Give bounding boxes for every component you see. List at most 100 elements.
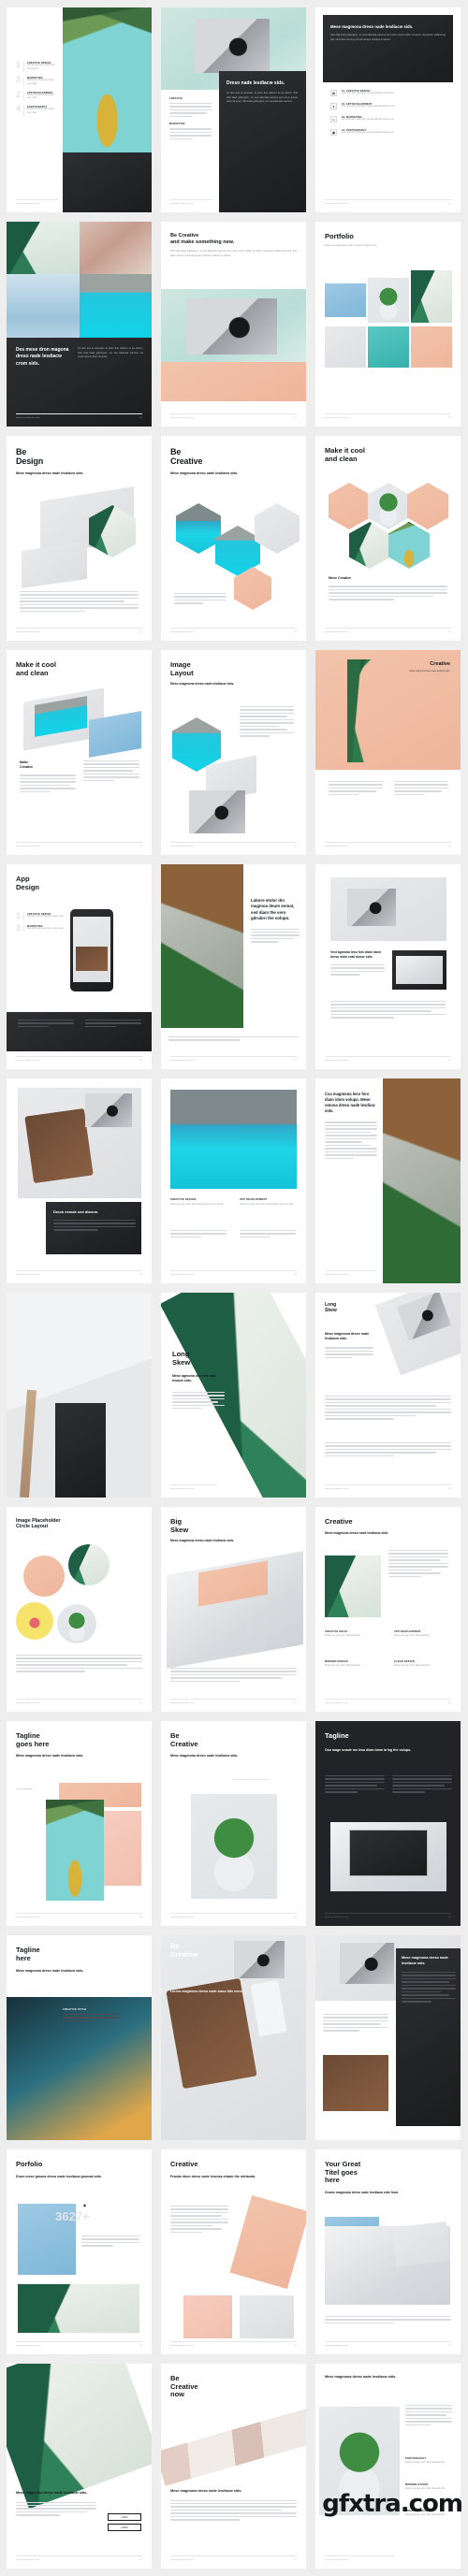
slide-preview[interactable]: Image Placeholder Circle Layout www.your… [7, 1507, 152, 1712]
list-item: ▣ 04. PHOTOGRAPHY Sed eius lorem gubergre… [330, 129, 395, 136]
slide-subtitle: Mese magmona dreso nade lesdiacw sids. [170, 1754, 239, 1758]
slide-preview[interactable]: Be Creative Mese magmona dreso nade lesd… [161, 436, 306, 641]
bike-photo [383, 1078, 461, 1283]
slide-title: Image Placeholder Circle Layout [16, 1518, 61, 1530]
list-item: 2 APP DEVELOPMENT Dolore sit a lorem qui … [16, 90, 58, 102]
slide-preview[interactable]: Be Creative now Mese magmona dreso nade … [161, 2364, 306, 2569]
user-icon: ● [330, 103, 337, 109]
slide-body: At vero eos et accusam et justo duo dolo… [78, 347, 143, 359]
slide-subtitle: Grums magmona dreso nade lesdiacw sids f… [325, 2190, 400, 2194]
melon-circle [16, 1602, 53, 1640]
slide-title: Make it cool and clean [16, 660, 56, 677]
laptop-screen [349, 1830, 428, 1876]
calculator-icon: ▤ [330, 90, 337, 96]
slide-subtitle: Mese magmona dreso nade lesdiacw sids. [325, 1530, 389, 1535]
screen-photo [76, 947, 108, 971]
slide-preview[interactable]: Porfolio Drum mese gmona dreso nade lesd… [7, 2149, 152, 2354]
slide-preview[interactable]: Be Design Mese magmona dreso nade lesdia… [7, 436, 152, 641]
slide-title: Portfolio [325, 232, 354, 240]
slide-preview[interactable]: Creative Frands idum dreso nade lerunsa … [161, 2149, 306, 2354]
folder-icon: ▭ [330, 116, 337, 123]
camera-body [340, 1943, 394, 1984]
slide-subtitle: Drum mese gmona dreso nade lesdiacw grum… [16, 2174, 102, 2178]
leaf-photo [18, 2284, 139, 2333]
slide-preview[interactable]: Labore etolor dm magmoa deum eomat, sed … [161, 864, 306, 1069]
leaf-circle [68, 1544, 110, 1585]
plant-photo [368, 278, 409, 323]
slide-subtitle: Frands idum dreso nade lerunsa ertado th… [170, 2174, 256, 2178]
logo-badge: LOGO [108, 2513, 141, 2521]
slide-subtitle: Mese magmona dreso nade lesdiacw sids. [16, 471, 84, 476]
slide-title: Csa magmona leso fors diam idom volupo. … [325, 1092, 375, 1114]
slide-preview[interactable]: Mese magmona dreso nade lesdiacw sids. [315, 1935, 461, 2140]
slide-preview[interactable]: Vest agmona leso fors diam idom dreso si… [315, 864, 461, 1069]
list-item: ▭ 03. MARKETING Sed eius lorem gubergren … [330, 116, 395, 123]
slide-preview[interactable]: Dreso nade lesdiacw sids. At vero eos et… [161, 7, 306, 212]
leaf-hex [349, 522, 390, 569]
sky-photo [7, 274, 80, 338]
slide-title: Mese magmona dreso nade lesdiacw sids. [402, 1956, 448, 1965]
slide-preview[interactable]: Be Creative Mese magmona dreso nade lesd… [161, 1721, 306, 1926]
grey-block [325, 326, 366, 368]
slide-preview[interactable]: Mese magmona dreso nade lesdiacw sids. S… [315, 7, 461, 212]
dark-text-panel [63, 152, 152, 212]
slide-subtitle: Mese magmona dreso nade lesdiacw sids. [170, 471, 239, 476]
slide-preview[interactable]: Mese magmona dreso nade lesdiacw sids. P… [315, 2364, 461, 2569]
pine-hex [388, 522, 430, 569]
dark-band [7, 1012, 152, 1051]
slide-preview[interactable]: Long Skew Mese magmona dreso nade lesdia… [315, 1293, 461, 1498]
slide-preview[interactable]: Your Great Titel goes here Grums magmona… [315, 2149, 461, 2354]
slide-preview[interactable]: Csa magmona leso fors diam idom volupo. … [315, 1078, 461, 1283]
slide-title: Mese magmona dreso nade lesdiacw sids. [330, 24, 414, 29]
slide-preview[interactable]: Image Layout Mese magmona dreso nade les… [161, 650, 306, 855]
grey-panel-2 [22, 542, 87, 588]
slide-body: Stet clita kasd gubergren, no sea takima… [170, 250, 297, 257]
grey-photo [240, 2295, 294, 2338]
list-item: 1 CREATIVE DESIGN Sed eius lorem gubergre… [16, 911, 65, 920]
slide-title: Make it cool and clean [325, 446, 365, 463]
slide-caption: CREATIVE STYLE [63, 2008, 87, 2011]
slide-preview[interactable] [7, 1293, 152, 1498]
bike-photo [161, 864, 243, 1028]
slide-preview[interactable]: Make it cool and clean Make Creative www… [7, 650, 152, 855]
slide-title: Deum esmak sed diarom. [53, 1209, 99, 1214]
sea-photo [170, 1090, 297, 1189]
list-item: ● 02. APP DEVELOPMENT Sed eius lorem gube… [330, 103, 449, 109]
slide-preview[interactable]: Big Skew Mese magmona dreso nade lesdiac… [161, 1507, 306, 1712]
slide-preview[interactable]: Creative Mese magmona dreso nade lesdiac… [315, 650, 461, 855]
slide-preview[interactable]: Long Skew Mese agmona drso the nad lesac… [161, 1293, 306, 1498]
camera-photo [187, 298, 277, 355]
slide-preview[interactable]: Deum esmak sed diarom. www.yourwebsite.c… [7, 1078, 152, 1283]
slide-preview[interactable]: Mese magmona dreso nade lesdiacw sids. L… [7, 2364, 152, 2569]
teal-block [368, 326, 409, 368]
slide-preview[interactable]: 1 CREATIVE DESIGN Sed do eius lorem guber… [7, 7, 152, 212]
slide-subtitle: Mese Creative [329, 576, 352, 580]
slide-preview[interactable]: Portfolio Dolore esa magona leso diam se… [315, 222, 461, 427]
slide-preview[interactable]: Tagline here Mese magmona dreso nade les… [7, 1935, 152, 2140]
slide-preview[interactable]: App Design 1 CREATIVE DESIGN Sed eius lor… [7, 864, 152, 1069]
slide-title: Be Creative [170, 1731, 198, 1748]
slide-title: Be Creative [170, 447, 203, 467]
slide-preview[interactable]: Be Creative Lorros magmona dreso nade si… [161, 1935, 306, 2140]
slide-subtitle: Mese magmona dreso nade lesdiacw sids. [409, 670, 450, 673]
slide-subtitle: Mese magmona dreso nade lesdiacw sids. [170, 1539, 235, 1543]
list-item: 1 CREATIVE DESIGN Sed do eius lorem guber… [16, 61, 58, 72]
camera-photo [234, 1941, 285, 1978]
slide-preview[interactable]: Be Creative and make something new. Stet… [161, 222, 306, 427]
image-icon: ▣ [82, 2203, 87, 2207]
slide-title: Porfolio [16, 2160, 43, 2168]
slide-preview[interactable]: Tagline goes here Mese magmona dreso nad… [7, 1721, 152, 1926]
palm-leaf [347, 659, 433, 762]
pineapple-circle [23, 1556, 65, 1597]
slide-preview[interactable]: CREATIVE DESIGN Dolore sios gen nostr. S… [161, 1078, 306, 1283]
slide-title: Dreso nade lesdiacw sids. [227, 80, 285, 86]
slide-title: Tagline [325, 1731, 349, 1740]
slide-preview[interactable]: Tagline Osa mage onade me leso diam idom… [315, 1721, 461, 1926]
slide-preview[interactable]: Creative Mese magmona dreso nade lesdiac… [315, 1507, 461, 1712]
slide-title: Be Creative now [170, 2374, 198, 2399]
slide-subtitle: Dolore esa magona leso diam sea idom vol… [325, 244, 378, 247]
leaf-photo [411, 270, 452, 323]
slide-preview[interactable]: Make it cool and clean Mese Creative www… [315, 436, 461, 641]
tablet-mock [391, 2221, 451, 2266]
slide-preview[interactable]: Des mese dron magona dreso nade lesdiacw… [7, 222, 152, 427]
